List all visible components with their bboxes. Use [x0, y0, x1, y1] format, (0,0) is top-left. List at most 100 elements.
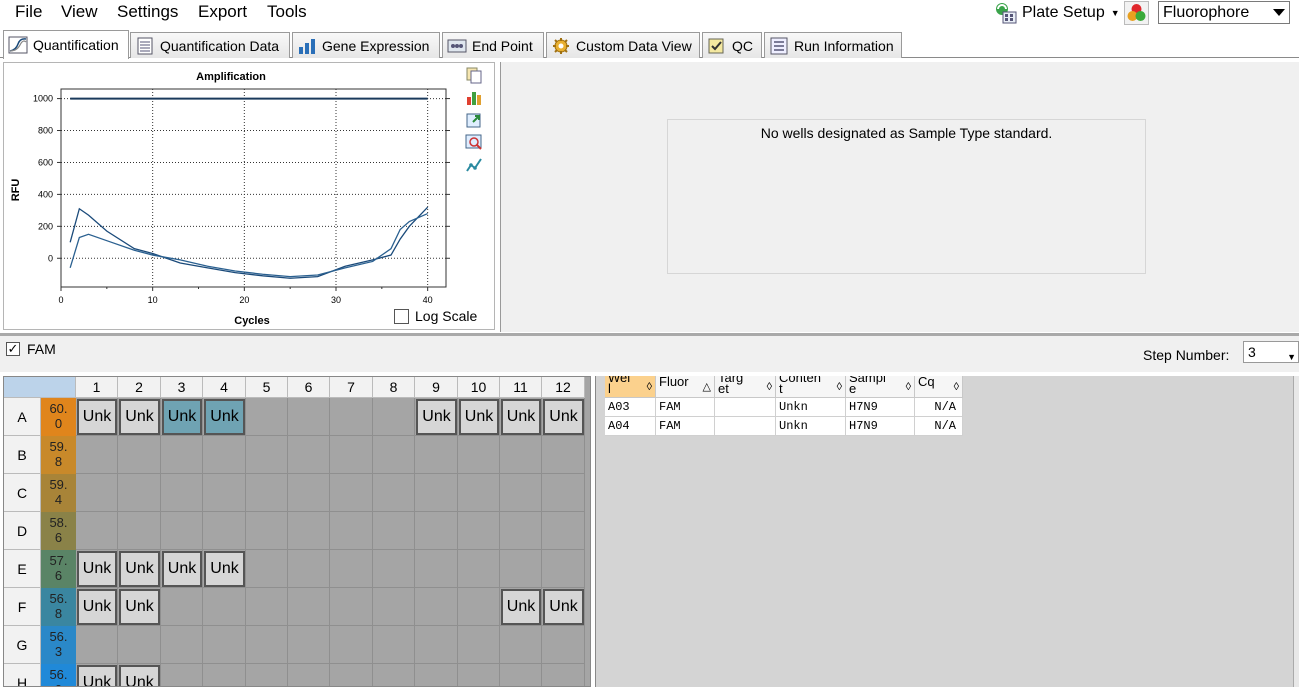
column-header[interactable]: 12 [542, 377, 585, 398]
plate-well-unknown[interactable]: Unk [204, 551, 245, 587]
plate-well[interactable] [203, 664, 246, 686]
plate-well[interactable] [542, 664, 585, 686]
plate-well-unknown[interactable]: Unk [77, 665, 117, 686]
plate-well[interactable] [76, 474, 118, 512]
row-header[interactable]: C [4, 474, 41, 512]
export-chart-icon[interactable] [465, 111, 483, 129]
menu-file[interactable]: File [15, 2, 42, 22]
amplification-chart[interactable]: Amplification Cycles RFU 0 10 20 30 40020040… [4, 63, 494, 329]
log-scale-toggle[interactable]: Log Scale [394, 308, 477, 324]
zoom-chart-icon[interactable] [465, 133, 483, 151]
plate-well[interactable] [246, 398, 288, 436]
plate-setup-button[interactable]: Plate Setup ▼ [994, 0, 1120, 26]
table-column-header[interactable]: Fluor △ [656, 376, 715, 398]
table-column-header[interactable]: Targ et ◊ [715, 376, 776, 398]
plate-well[interactable] [76, 626, 118, 664]
tab-custom-data-view[interactable]: Custom Data View [546, 32, 700, 58]
plate-well[interactable] [161, 626, 203, 664]
tab-gene-expression[interactable]: Gene Expression [292, 32, 440, 58]
plate-well-unknown[interactable]: Unk [119, 665, 160, 686]
plate-well[interactable] [288, 436, 330, 474]
plate-well[interactable] [542, 474, 585, 512]
table-cell[interactable] [715, 398, 776, 417]
table-column-header[interactable]: Cq ◊ [915, 376, 963, 398]
plate-well[interactable] [118, 436, 161, 474]
plate-well[interactable] [458, 436, 500, 474]
column-header[interactable]: 11 [500, 377, 542, 398]
plate-well-unknown[interactable]: Unk [119, 589, 160, 625]
table-cell[interactable]: H7N9 [846, 417, 915, 436]
plate-well[interactable] [500, 550, 542, 588]
plate-well[interactable] [330, 664, 373, 686]
plate-well[interactable] [161, 664, 203, 686]
column-header[interactable]: 6 [288, 377, 330, 398]
plate-well[interactable] [458, 664, 500, 686]
plate-well[interactable] [330, 550, 373, 588]
plate-well[interactable] [161, 474, 203, 512]
menu-tools[interactable]: Tools [267, 2, 307, 22]
row-header[interactable]: E [4, 550, 41, 588]
plate-well[interactable] [500, 512, 542, 550]
column-header[interactable]: 1 [76, 377, 118, 398]
table-cell[interactable]: A03 [605, 398, 656, 417]
tab-quantification[interactable]: Quantification [3, 30, 129, 59]
plate-well-unknown[interactable]: Unk [204, 399, 245, 435]
plate-well[interactable] [330, 588, 373, 626]
plate-well[interactable] [373, 664, 415, 686]
step-number-select[interactable]: 3 ▼ [1243, 341, 1299, 363]
plate-well[interactable] [458, 550, 500, 588]
table-column-header[interactable]: Sampl e ◊ [846, 376, 915, 398]
row-header[interactable]: G [4, 626, 41, 664]
plate-well[interactable] [458, 626, 500, 664]
row-header[interactable]: H [4, 664, 41, 686]
menu-view[interactable]: View [61, 2, 98, 22]
plate-well[interactable] [203, 436, 246, 474]
row-header[interactable]: B [4, 436, 41, 474]
plate-well[interactable] [246, 436, 288, 474]
plate-well[interactable] [415, 588, 458, 626]
plate-well[interactable] [373, 626, 415, 664]
plate-well[interactable] [118, 474, 161, 512]
tab-qc[interactable]: QC [702, 32, 762, 58]
plate-well[interactable] [373, 436, 415, 474]
plate-well-unknown[interactable]: Unk [77, 589, 117, 625]
vertical-scrollbar[interactable] [1293, 376, 1299, 687]
plate-well[interactable] [415, 512, 458, 550]
plate-well[interactable] [415, 436, 458, 474]
plate-well[interactable] [415, 474, 458, 512]
plate-well[interactable] [500, 474, 542, 512]
plate-well[interactable] [542, 550, 585, 588]
table-cell[interactable] [715, 417, 776, 436]
table-cell[interactable]: N/A [915, 417, 963, 436]
plate-well[interactable] [330, 512, 373, 550]
plate-well-unknown[interactable]: Unk [162, 399, 202, 435]
table-cell[interactable]: FAM [656, 398, 715, 417]
plate-well-unknown[interactable]: Unk [501, 399, 541, 435]
column-header[interactable]: 2 [118, 377, 161, 398]
menu-settings[interactable]: Settings [117, 2, 178, 22]
column-header[interactable]: 9 [415, 377, 458, 398]
table-cell[interactable]: FAM [656, 417, 715, 436]
row-header[interactable]: A [4, 398, 41, 436]
plate-well[interactable] [288, 588, 330, 626]
plate-well-unknown[interactable]: Unk [459, 399, 499, 435]
row-header[interactable]: D [4, 512, 41, 550]
table-cell[interactable]: Unkn [776, 398, 846, 417]
curve-fit-icon[interactable] [465, 156, 483, 174]
plate-well[interactable] [542, 436, 585, 474]
plate-well[interactable] [415, 626, 458, 664]
plate-well[interactable] [542, 626, 585, 664]
plate-well[interactable] [246, 588, 288, 626]
plate-well[interactable] [458, 474, 500, 512]
plate-well[interactable] [203, 626, 246, 664]
column-header[interactable]: 7 [330, 377, 373, 398]
plate-well[interactable] [288, 550, 330, 588]
log-scale-checkbox[interactable] [394, 308, 409, 324]
plate-well[interactable] [288, 664, 330, 686]
plate-well[interactable] [288, 474, 330, 512]
chart-options-icon[interactable] [465, 88, 483, 106]
plate-well[interactable] [161, 436, 203, 474]
menu-export[interactable]: Export [198, 2, 247, 22]
plate-well-unknown[interactable]: Unk [501, 589, 541, 625]
plate-well[interactable] [500, 436, 542, 474]
